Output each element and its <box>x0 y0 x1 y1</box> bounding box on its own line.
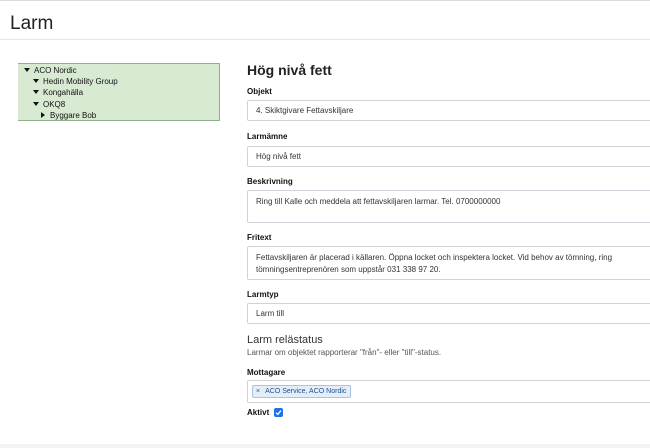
tree-node-byggare-bob[interactable]: Byggare Bob <box>41 111 96 121</box>
tree-node-label: Hedin Mobility Group <box>43 77 118 86</box>
remove-tag-icon[interactable]: × <box>256 388 260 395</box>
larmtyp-label: Larmtyp <box>247 290 279 299</box>
caret-down-icon[interactable] <box>33 89 39 94</box>
recipient-tag-label: ACO Service, ACO Nordic <box>265 388 347 395</box>
caret-down-icon[interactable] <box>33 101 39 106</box>
tree-node-hedin-mobility-group[interactable]: Hedin Mobility Group <box>33 77 118 87</box>
fritext-textarea[interactable]: Fettavskiljaren är placerad i källaren. … <box>247 246 650 280</box>
fritext-label: Fritext <box>247 233 272 242</box>
larmamne-input[interactable]: Hög nivå fett <box>247 146 650 167</box>
recipient-tag: × ACO Service, ACO Nordic <box>252 385 352 398</box>
object-tree: ACO Nordic Hedin Mobility Group Kongahäl… <box>18 63 220 121</box>
checkmark-icon <box>275 410 282 416</box>
aktivt-label: Aktivt <box>247 408 270 417</box>
mottagare-label: Mottagare <box>247 368 286 377</box>
page-title: Larm <box>10 13 54 34</box>
tree-node-kongahalla[interactable]: Kongahälla <box>33 88 83 98</box>
form-title: Hög nivå fett <box>247 62 332 78</box>
objekt-label: Objekt <box>247 87 272 96</box>
tree-node-label: Byggare Bob <box>50 111 97 120</box>
relastatus-title: Larm relästatus <box>247 334 323 346</box>
mottagare-multiselect[interactable]: × ACO Service, ACO Nordic <box>247 380 650 403</box>
caret-down-icon[interactable] <box>24 67 30 72</box>
tree-node-aco-nordic[interactable]: ACO Nordic <box>24 66 77 76</box>
objekt-select[interactable]: 4. Skiktgivare Fettavskiljare <box>247 100 650 121</box>
tree-node-label: Kongahälla <box>43 88 84 97</box>
relastatus-description: Larmar om objektet rapporterar "från"- e… <box>247 348 442 357</box>
caret-down-icon[interactable] <box>33 78 39 83</box>
caret-right-icon[interactable] <box>41 111 45 118</box>
tree-node-label: ACO Nordic <box>34 66 77 75</box>
bottom-border <box>0 444 650 448</box>
tree-node-label: OKQ8 <box>43 100 66 109</box>
larmamne-label: Larmämne <box>247 132 288 141</box>
larmtyp-select[interactable]: Larm till <box>247 303 650 324</box>
page-header: Larm <box>0 1 650 40</box>
tree-node-okq8[interactable]: OKQ8 <box>33 100 65 110</box>
beskrivning-label: Beskrivning <box>247 177 293 186</box>
aktivt-checkbox[interactable] <box>274 408 283 417</box>
beskrivning-textarea[interactable]: Ring till Kalle och meddela att fettavsk… <box>247 190 650 223</box>
